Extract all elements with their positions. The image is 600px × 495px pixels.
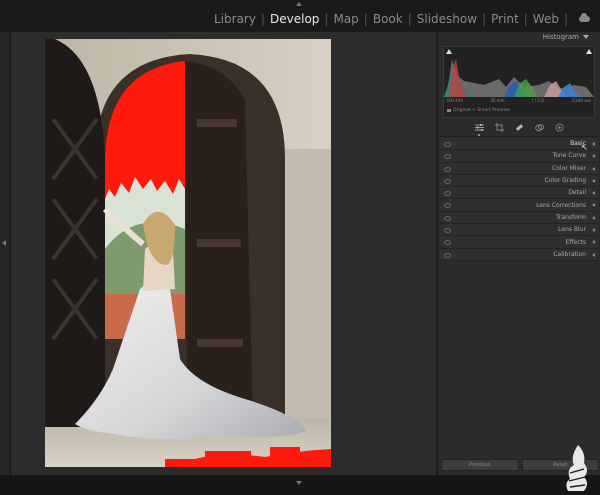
photo-preview[interactable] <box>45 39 331 467</box>
expand-filmstrip-icon[interactable] <box>296 481 302 485</box>
eye-icon[interactable] <box>444 203 451 209</box>
histogram-title: Histogram <box>542 33 579 41</box>
module-map[interactable]: Map <box>333 12 358 26</box>
module-develop[interactable]: Develop <box>270 12 319 26</box>
photo-image <box>45 39 331 467</box>
preview-label: Original + Smart Preview <box>453 108 510 113</box>
module-separator: | <box>563 12 568 26</box>
eye-icon[interactable] <box>444 228 451 234</box>
panel-label: Calibration <box>553 250 586 258</box>
module-book[interactable]: Book <box>373 12 403 26</box>
histogram-graph <box>444 59 594 97</box>
redeye-icon[interactable] <box>554 122 564 132</box>
module-separator: | <box>482 12 487 26</box>
right-panel: Histogram ISO 400 35 mm f / 2.8 1/200 se… <box>437 32 600 475</box>
filmstrip-bar <box>0 475 600 495</box>
module-separator: | <box>363 12 368 26</box>
eye-icon[interactable] <box>444 215 451 221</box>
panel-label: Color Mixer <box>552 164 586 172</box>
expand-triangle-icon[interactable] <box>592 252 595 257</box>
expand-triangle-icon[interactable] <box>592 178 595 183</box>
panel-label: Tone Curve <box>552 152 586 160</box>
panel-label: Transform <box>556 213 586 221</box>
previous-button[interactable]: Previous <box>441 459 519 471</box>
panel-label: Effects <box>565 238 586 246</box>
panel-tone-curve[interactable]: Tone Curve <box>440 150 598 163</box>
smart-preview-icon <box>447 109 451 112</box>
panel-color-grading[interactable]: Color Grading <box>440 174 598 188</box>
expand-triangle-icon[interactable] <box>592 154 595 159</box>
expand-triangle-icon[interactable] <box>592 228 595 233</box>
histogram-header[interactable]: Histogram <box>543 33 589 41</box>
sliders-icon[interactable] <box>474 122 484 136</box>
module-separator: | <box>260 12 266 26</box>
preview-status: Original + Smart Preview <box>447 108 510 113</box>
panel-calibration[interactable]: Calibration <box>440 248 598 261</box>
panel-transform[interactable]: Transform <box>440 211 598 225</box>
exif-info: ISO 400 35 mm f / 2.8 1/200 sec <box>444 98 594 103</box>
expand-left-panel-icon[interactable] <box>2 240 6 246</box>
module-slideshow[interactable]: Slideshow <box>417 12 477 26</box>
tool-strip <box>440 118 598 137</box>
eye-icon[interactable] <box>444 178 451 184</box>
module-separator: | <box>324 12 329 26</box>
module-print[interactable]: Print <box>491 12 519 26</box>
eye-icon[interactable] <box>444 142 451 147</box>
collapse-triangle-icon[interactable] <box>583 35 589 39</box>
watermark-flame-icon <box>566 445 587 491</box>
image-canvas[interactable] <box>11 32 436 475</box>
module-separator: | <box>407 12 412 26</box>
panel-label: Lens Corrections <box>536 201 586 209</box>
exif-aperture: f / 2.8 <box>532 98 544 103</box>
develop-panels: Basic ↖ Tone Curve Color Mixer Color Gra… <box>440 138 598 261</box>
eye-icon[interactable] <box>444 191 451 197</box>
panel-color-mixer[interactable]: Color Mixer <box>440 162 598 175</box>
heal-icon[interactable] <box>514 122 524 132</box>
top-bar: Library | Develop | Map | Book | Slideshow | … <box>0 0 600 33</box>
module-library[interactable]: Library <box>214 12 256 26</box>
panel-lens-corrections[interactable]: Lens Corrections <box>440 199 598 212</box>
expand-triangle-icon[interactable] <box>592 215 595 220</box>
expand-triangle-icon[interactable] <box>592 191 595 196</box>
eye-icon[interactable] <box>444 240 451 246</box>
shadow-clipping-icon[interactable] <box>446 49 452 54</box>
panel-effects[interactable]: Effects <box>440 236 598 249</box>
collapse-top-panel-icon[interactable] <box>296 2 302 6</box>
eye-icon[interactable] <box>444 252 451 258</box>
left-panel-collapsed <box>0 32 11 475</box>
eye-icon[interactable] <box>444 154 451 160</box>
exif-focal: 35 mm <box>490 98 505 103</box>
exif-iso: ISO 400 <box>447 98 463 103</box>
exif-shutter: 1/200 sec <box>571 98 591 103</box>
expand-triangle-icon[interactable] <box>592 203 595 208</box>
highlight-clipping-icon[interactable] <box>586 49 592 54</box>
expand-triangle-icon[interactable] <box>592 240 595 245</box>
histogram[interactable]: ISO 400 35 mm f / 2.8 1/200 sec Original… <box>443 46 595 118</box>
panel-detail[interactable]: Detail <box>440 187 598 200</box>
crop-icon[interactable] <box>494 122 504 132</box>
panel-label: Lens Blur <box>558 226 586 234</box>
panel-label: Color Grading <box>544 177 586 185</box>
module-picker: Library | Develop | Map | Book | Slideshow | … <box>214 12 590 26</box>
panel-lens-blur[interactable]: Lens Blur <box>440 224 598 237</box>
panel-basic[interactable]: Basic ↖ <box>440 138 598 152</box>
expand-triangle-icon[interactable] <box>592 166 595 171</box>
cloud-icon[interactable] <box>579 13 590 22</box>
expand-triangle-icon[interactable] <box>592 142 595 146</box>
panel-label: Detail <box>568 189 586 197</box>
module-separator: | <box>523 12 528 26</box>
eye-icon[interactable] <box>444 166 451 172</box>
module-web[interactable]: Web <box>533 12 559 26</box>
mask-icon[interactable] <box>534 122 544 132</box>
